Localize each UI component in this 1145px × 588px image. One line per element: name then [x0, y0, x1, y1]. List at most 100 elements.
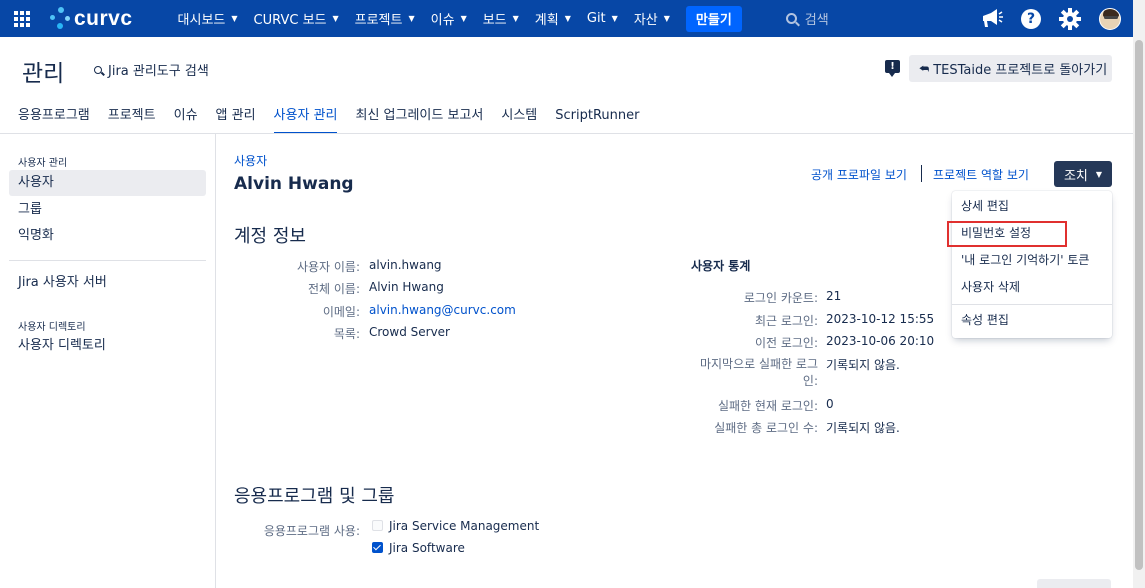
user-name-title: Alvin Hwang [234, 174, 354, 194]
sidebar-item-anonymize[interactable]: 익명화 [9, 223, 206, 249]
sidebar-item-jira-user-server[interactable]: Jira 사용자 서버 [9, 270, 206, 296]
search-icon [94, 65, 102, 74]
stats-value-last-failed-login: 기록되지 않음. [826, 358, 900, 372]
stats-value-total-failed-login: 기록되지 않음. [826, 421, 900, 435]
curvc-logo[interactable]: curvc [50, 6, 133, 31]
account-value-directory: Crowd Server [369, 325, 450, 339]
stats-value-login-count: 21 [826, 289, 842, 303]
nav-assets[interactable]: 자산 ▼ [626, 0, 678, 37]
nav-assets-label: 자산 [633, 13, 658, 28]
account-info-title: 계정 정보 [234, 226, 306, 247]
tab-scriptrunner[interactable]: ScriptRunner [555, 100, 639, 134]
sidebar-heading-user-directory: 사용자 디렉토리 [18, 322, 86, 333]
nav-projects[interactable]: 프로젝트 ▼ [347, 0, 423, 37]
account-value-email-link[interactable]: alvin.hwang@curvc.com [369, 303, 516, 317]
set-password-highlight [947, 221, 1067, 247]
back-to-project-button[interactable]: ⮪ TESTaide 프로젝트로 돌아가기 [909, 55, 1112, 82]
nav-issues[interactable]: 이슈 ▼ [423, 0, 475, 37]
nav-projects-label: 프로젝트 [354, 13, 403, 28]
account-label-fullname: 전체 이름: [307, 282, 360, 296]
user-stats-title: 사용자 통계 [691, 259, 751, 273]
feedback-icon[interactable]: ! [885, 60, 900, 77]
menu-item-edit-details[interactable]: 상세 편집 [952, 193, 1112, 219]
sidebar-item-groups[interactable]: 그룹 [9, 197, 206, 223]
nav-boards[interactable]: 보드 ▼ [475, 0, 527, 37]
account-value-fullname: Alvin Hwang [369, 280, 444, 294]
chevron-down-icon: ▼ [408, 14, 415, 23]
bottom-right-button[interactable] [1037, 579, 1111, 588]
menu-divider [952, 304, 1112, 305]
view-project-roles-link[interactable]: 프로젝트 역할 보기 [933, 166, 1029, 183]
tab-issues[interactable]: 이슈 [174, 100, 198, 134]
jira-service-management-checkbox [372, 520, 383, 531]
page-scrollbar[interactable] [1133, 0, 1145, 588]
nav-dashboards[interactable]: 대시보드 ▼ [170, 0, 246, 37]
main-menu: 대시보드 ▼ CURVC 보드 ▼ 프로젝트 ▼ 이슈 ▼ 보드 ▼ 계획 ▼ Git ▼ 자… [170, 0, 742, 37]
tab-projects[interactable]: 프로젝트 [108, 100, 156, 134]
create-button[interactable]: 만들기 [685, 5, 742, 32]
apps-access-label: 응용프로그램 사용: [263, 524, 360, 538]
chevron-down-icon: ▼ [332, 14, 339, 23]
sidebar-item-users[interactable]: 사용자 [9, 170, 206, 196]
account-label-directory: 목록: [333, 327, 360, 341]
chevron-down-icon: ▼ [564, 14, 571, 23]
chevron-down-icon: ▼ [460, 14, 467, 23]
stats-label-current-failed-login: 실패한 현재 로그인: [718, 399, 818, 413]
stats-value-current-failed-login: 0 [826, 397, 834, 411]
link-separator [921, 165, 922, 182]
back-arrow-icon: ⮪ [919, 61, 930, 75]
nav-plans[interactable]: 계획 ▼ [527, 0, 579, 37]
stats-label-previous-login: 이전 로그인: [754, 336, 818, 350]
tab-manage-apps[interactable]: 앱 관리 [216, 100, 256, 134]
admin-search-link[interactable]: Jira 관리도구 검색 [94, 60, 209, 79]
stats-label-last-login: 최근 로그인: [754, 314, 818, 328]
jira-software-checkbox[interactable] [372, 542, 383, 553]
tab-system[interactable]: 시스템 [501, 100, 537, 134]
stats-label-total-failed-login: 실패한 총 로그인 수: [714, 421, 818, 435]
tab-user-management[interactable]: 사용자 관리 [273, 100, 338, 134]
scrollbar-thumb[interactable] [1135, 40, 1143, 570]
tab-upgrade-report[interactable]: 최신 업그레이드 보고서 [355, 100, 483, 134]
chevron-down-icon: ▼ [1095, 169, 1103, 179]
app-switcher-icon[interactable] [14, 10, 30, 27]
nav-curvc-boards-label: CURVC 보드 [253, 13, 327, 28]
search-placeholder: 검색 [804, 13, 829, 28]
account-label-username: 사용자 이름: [296, 260, 360, 274]
sidebar-divider [9, 260, 206, 261]
logo-text: curvc [74, 6, 133, 30]
user-avatar[interactable] [1099, 7, 1121, 30]
tab-applications[interactable]: 응용프로그램 [18, 100, 90, 134]
nav-git[interactable]: Git ▼ [579, 0, 626, 37]
view-public-profile-link[interactable]: 공개 프로파일 보기 [811, 166, 907, 183]
megaphone-icon[interactable] [981, 8, 1003, 29]
page-title: 관리 [22, 61, 65, 87]
nav-dashboards-label: 대시보드 [177, 13, 226, 28]
jira-software-label: Jira Software [389, 541, 465, 555]
breadcrumb[interactable]: 사용자 [234, 152, 267, 169]
menu-item-edit-properties[interactable]: 속성 편집 [952, 307, 1112, 333]
account-label-email: 이메일: [322, 305, 360, 319]
chevron-down-icon: ▼ [663, 14, 670, 23]
help-icon[interactable]: ? [1021, 8, 1041, 29]
nav-right-icons: ? [981, 0, 1121, 37]
top-navigation-bar: curvc 대시보드 ▼ CURVC 보드 ▼ 프로젝트 ▼ 이슈 ▼ 보드 ▼ 계획 ▼ … [0, 0, 1145, 37]
admin-search-label: Jira 관리도구 검색 [108, 64, 209, 79]
sidebar-item-user-directories[interactable]: 사용자 디렉토리 [9, 333, 206, 359]
account-value-username: alvin.hwang [369, 258, 442, 272]
nav-issues-label: 이슈 [430, 13, 455, 28]
global-search-input[interactable]: 검색 [785, 9, 829, 28]
actions-dropdown-menu: 상세 편집 비밀번호 설정 '내 로그인 기억하기' 토큰 사용자 삭제 속성 … [952, 191, 1112, 338]
stats-value-last-login: 2023-10-12 15:55 [826, 312, 935, 326]
stats-label-login-count: 로그인 카운트: [743, 291, 818, 305]
apps-groups-title: 응용프로그램 및 그룹 [234, 486, 395, 507]
stats-value-previous-login: 2023-10-06 20:10 [826, 334, 935, 348]
gear-icon[interactable] [1059, 7, 1081, 30]
menu-item-remember-me-tokens[interactable]: '내 로그인 기억하기' 토큰 [952, 247, 1112, 273]
nav-git-label: Git [586, 11, 606, 26]
actions-button[interactable]: 조치 ▼ [1054, 161, 1112, 187]
jira-service-management-label: Jira Service Management [389, 519, 540, 533]
nav-plans-label: 계획 [534, 13, 559, 28]
curvc-logo-mark-icon [50, 6, 72, 31]
nav-curvc-boards[interactable]: CURVC 보드 ▼ [246, 0, 347, 37]
menu-item-delete-user[interactable]: 사용자 삭제 [952, 274, 1112, 300]
